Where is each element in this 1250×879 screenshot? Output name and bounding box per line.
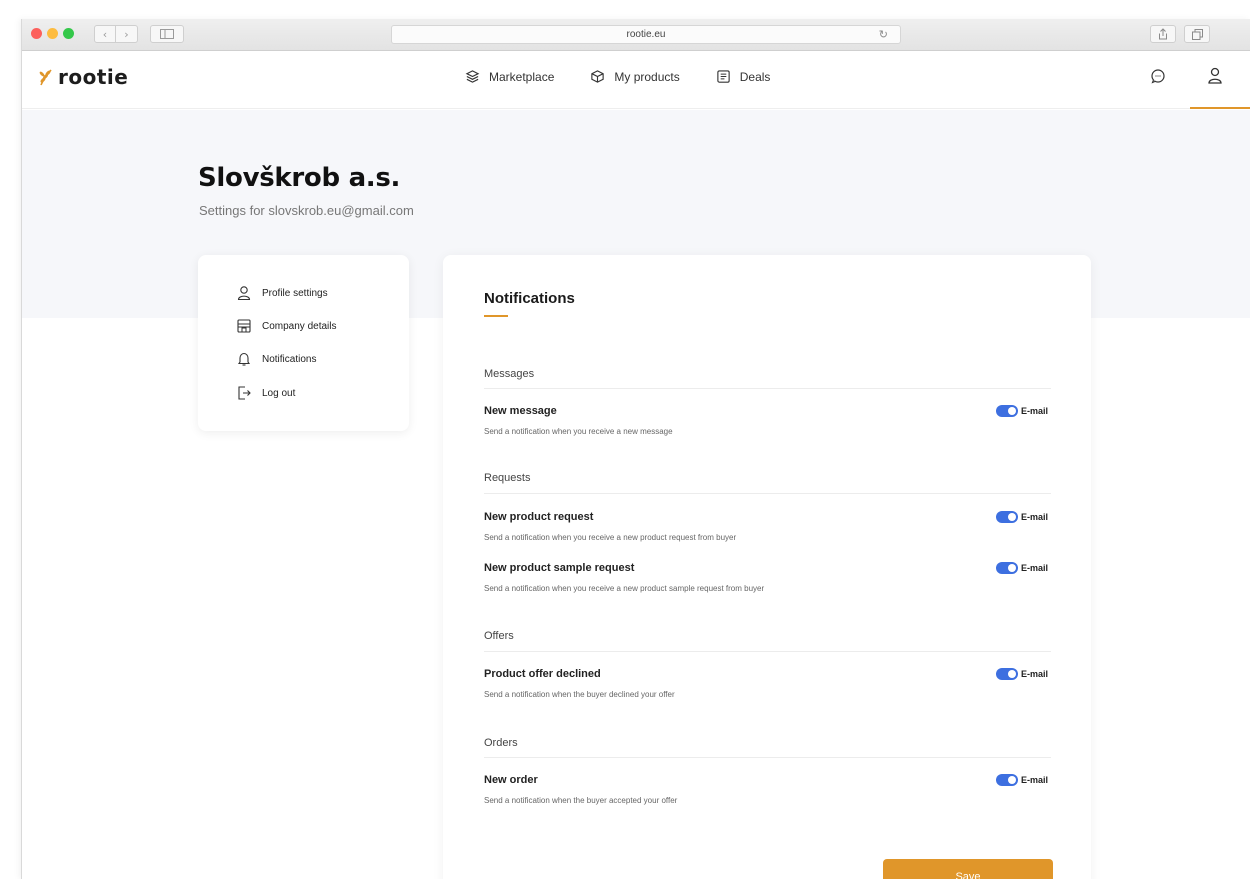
setting-title: New product request	[484, 511, 594, 523]
messages-button[interactable]	[1148, 66, 1168, 86]
new-sample-request-email-toggle[interactable]: E-mail	[996, 562, 1048, 574]
setting-title: Product offer declined	[484, 668, 601, 680]
menu-item-profile-settings[interactable]: Profile settings	[236, 285, 328, 301]
setting-description: Send a notification when the buyer accep…	[484, 796, 678, 805]
sidebar-icon	[160, 29, 174, 39]
logo-text: rootie	[58, 65, 129, 89]
section-title-orders: Orders	[484, 737, 518, 749]
menu-item-notifications[interactable]: Notifications	[236, 351, 316, 367]
setting-title: New message	[484, 405, 557, 417]
share-button[interactable]	[1150, 25, 1176, 43]
nav-my-products[interactable]: My products	[590, 69, 680, 84]
new-product-request-email-toggle[interactable]: E-mail	[996, 511, 1048, 523]
setting-description: Send a notification when you receive a n…	[484, 427, 673, 436]
toggle-switch[interactable]	[996, 562, 1018, 574]
nav-marketplace-label: Marketplace	[489, 69, 555, 84]
toggle-label: E-mail	[1021, 563, 1049, 573]
setting-description: Send a notification when you receive a n…	[484, 584, 765, 593]
section-title-requests: Requests	[484, 472, 531, 484]
tabs-icon	[1191, 28, 1203, 40]
url-text: rootie.eu	[626, 29, 666, 40]
title-accent-line	[484, 315, 508, 317]
menu-item-log-out[interactable]: Log out	[236, 385, 295, 401]
save-button[interactable]: Save	[883, 859, 1053, 879]
toggle-switch[interactable]	[996, 405, 1018, 417]
setting-title: New product sample request	[484, 562, 635, 574]
setting-description: Send a notification when you receive a n…	[484, 533, 737, 542]
browser-toolbar: ‹ › rootie.eu ↻	[22, 19, 1250, 51]
close-window-button[interactable]	[31, 28, 42, 39]
menu-item-company-details[interactable]: Company details	[236, 318, 336, 334]
account-button[interactable]	[1205, 66, 1225, 86]
toggle-switch[interactable]	[996, 774, 1018, 786]
box-icon	[591, 70, 605, 83]
toggle-switch[interactable]	[996, 668, 1018, 680]
logout-icon	[238, 386, 251, 400]
page-title: Slovškrob a.s.	[198, 163, 401, 193]
chevron-left-icon: ‹	[102, 27, 108, 41]
user-icon	[237, 286, 251, 301]
panel-title: Notifications	[484, 290, 575, 307]
toggle-label: E-mail	[1021, 406, 1049, 416]
nav-deals[interactable]: Deals	[716, 69, 771, 84]
chat-bubble-icon	[1151, 69, 1165, 84]
wheat-logo-icon	[39, 69, 52, 86]
minimize-window-button[interactable]	[47, 28, 58, 39]
setting-description: Send a notification when the buyer decli…	[484, 690, 675, 699]
active-account-indicator	[1190, 107, 1250, 109]
tabs-overview-button[interactable]	[1184, 25, 1210, 43]
layers-icon	[465, 70, 480, 83]
section-divider	[484, 493, 1051, 494]
section-title-messages: Messages	[484, 368, 535, 380]
logo[interactable]: rootie	[38, 65, 128, 89]
chevron-right-icon: ›	[124, 27, 129, 41]
nav-marketplace[interactable]: Marketplace	[465, 69, 554, 84]
sidebar-toggle-button[interactable]	[150, 25, 184, 43]
top-navigation: Marketplace My products Deals	[465, 69, 770, 84]
nav-my-products-label: My products	[614, 69, 680, 84]
section-title-offers: Offers	[484, 630, 514, 642]
toggle-label: E-mail	[1021, 512, 1049, 522]
reload-icon[interactable]: ↻	[879, 28, 888, 41]
back-button[interactable]: ‹	[94, 25, 116, 43]
document-icon	[717, 70, 730, 83]
section-divider	[484, 757, 1051, 758]
zoom-window-button[interactable]	[63, 28, 74, 39]
menu-item-label: Log out	[262, 387, 296, 399]
toggle-switch[interactable]	[996, 511, 1018, 523]
setting-title: New order	[484, 774, 538, 786]
browser-window: ‹ › rootie.eu ↻ rootie Marketplace My pr…	[21, 19, 1250, 879]
new-message-email-toggle[interactable]: E-mail	[996, 405, 1048, 417]
section-divider	[484, 651, 1051, 652]
notifications-panel: Notifications Messages New message Send …	[443, 255, 1091, 879]
toggle-label: E-mail	[1021, 669, 1049, 679]
forward-button[interactable]: ›	[116, 25, 138, 43]
toggle-label: E-mail	[1021, 775, 1049, 785]
menu-item-label: Company details	[262, 320, 337, 332]
settings-menu: Profile settings Company details Notific…	[198, 255, 409, 431]
address-bar[interactable]: rootie.eu ↻	[391, 25, 901, 44]
offer-declined-email-toggle[interactable]: E-mail	[996, 668, 1048, 680]
bell-icon	[237, 352, 251, 366]
section-divider	[484, 388, 1051, 389]
page-subtitle: Settings for slovskrob.eu@gmail.com	[199, 203, 414, 218]
new-order-email-toggle[interactable]: E-mail	[996, 774, 1048, 786]
menu-item-label: Profile settings	[262, 287, 328, 299]
nav-deals-label: Deals	[739, 69, 771, 84]
menu-item-label: Notifications	[262, 353, 317, 365]
app-header: rootie Marketplace My products Deals	[22, 51, 1250, 109]
store-icon	[237, 319, 251, 333]
share-icon	[1159, 28, 1167, 40]
user-icon	[1208, 67, 1222, 84]
